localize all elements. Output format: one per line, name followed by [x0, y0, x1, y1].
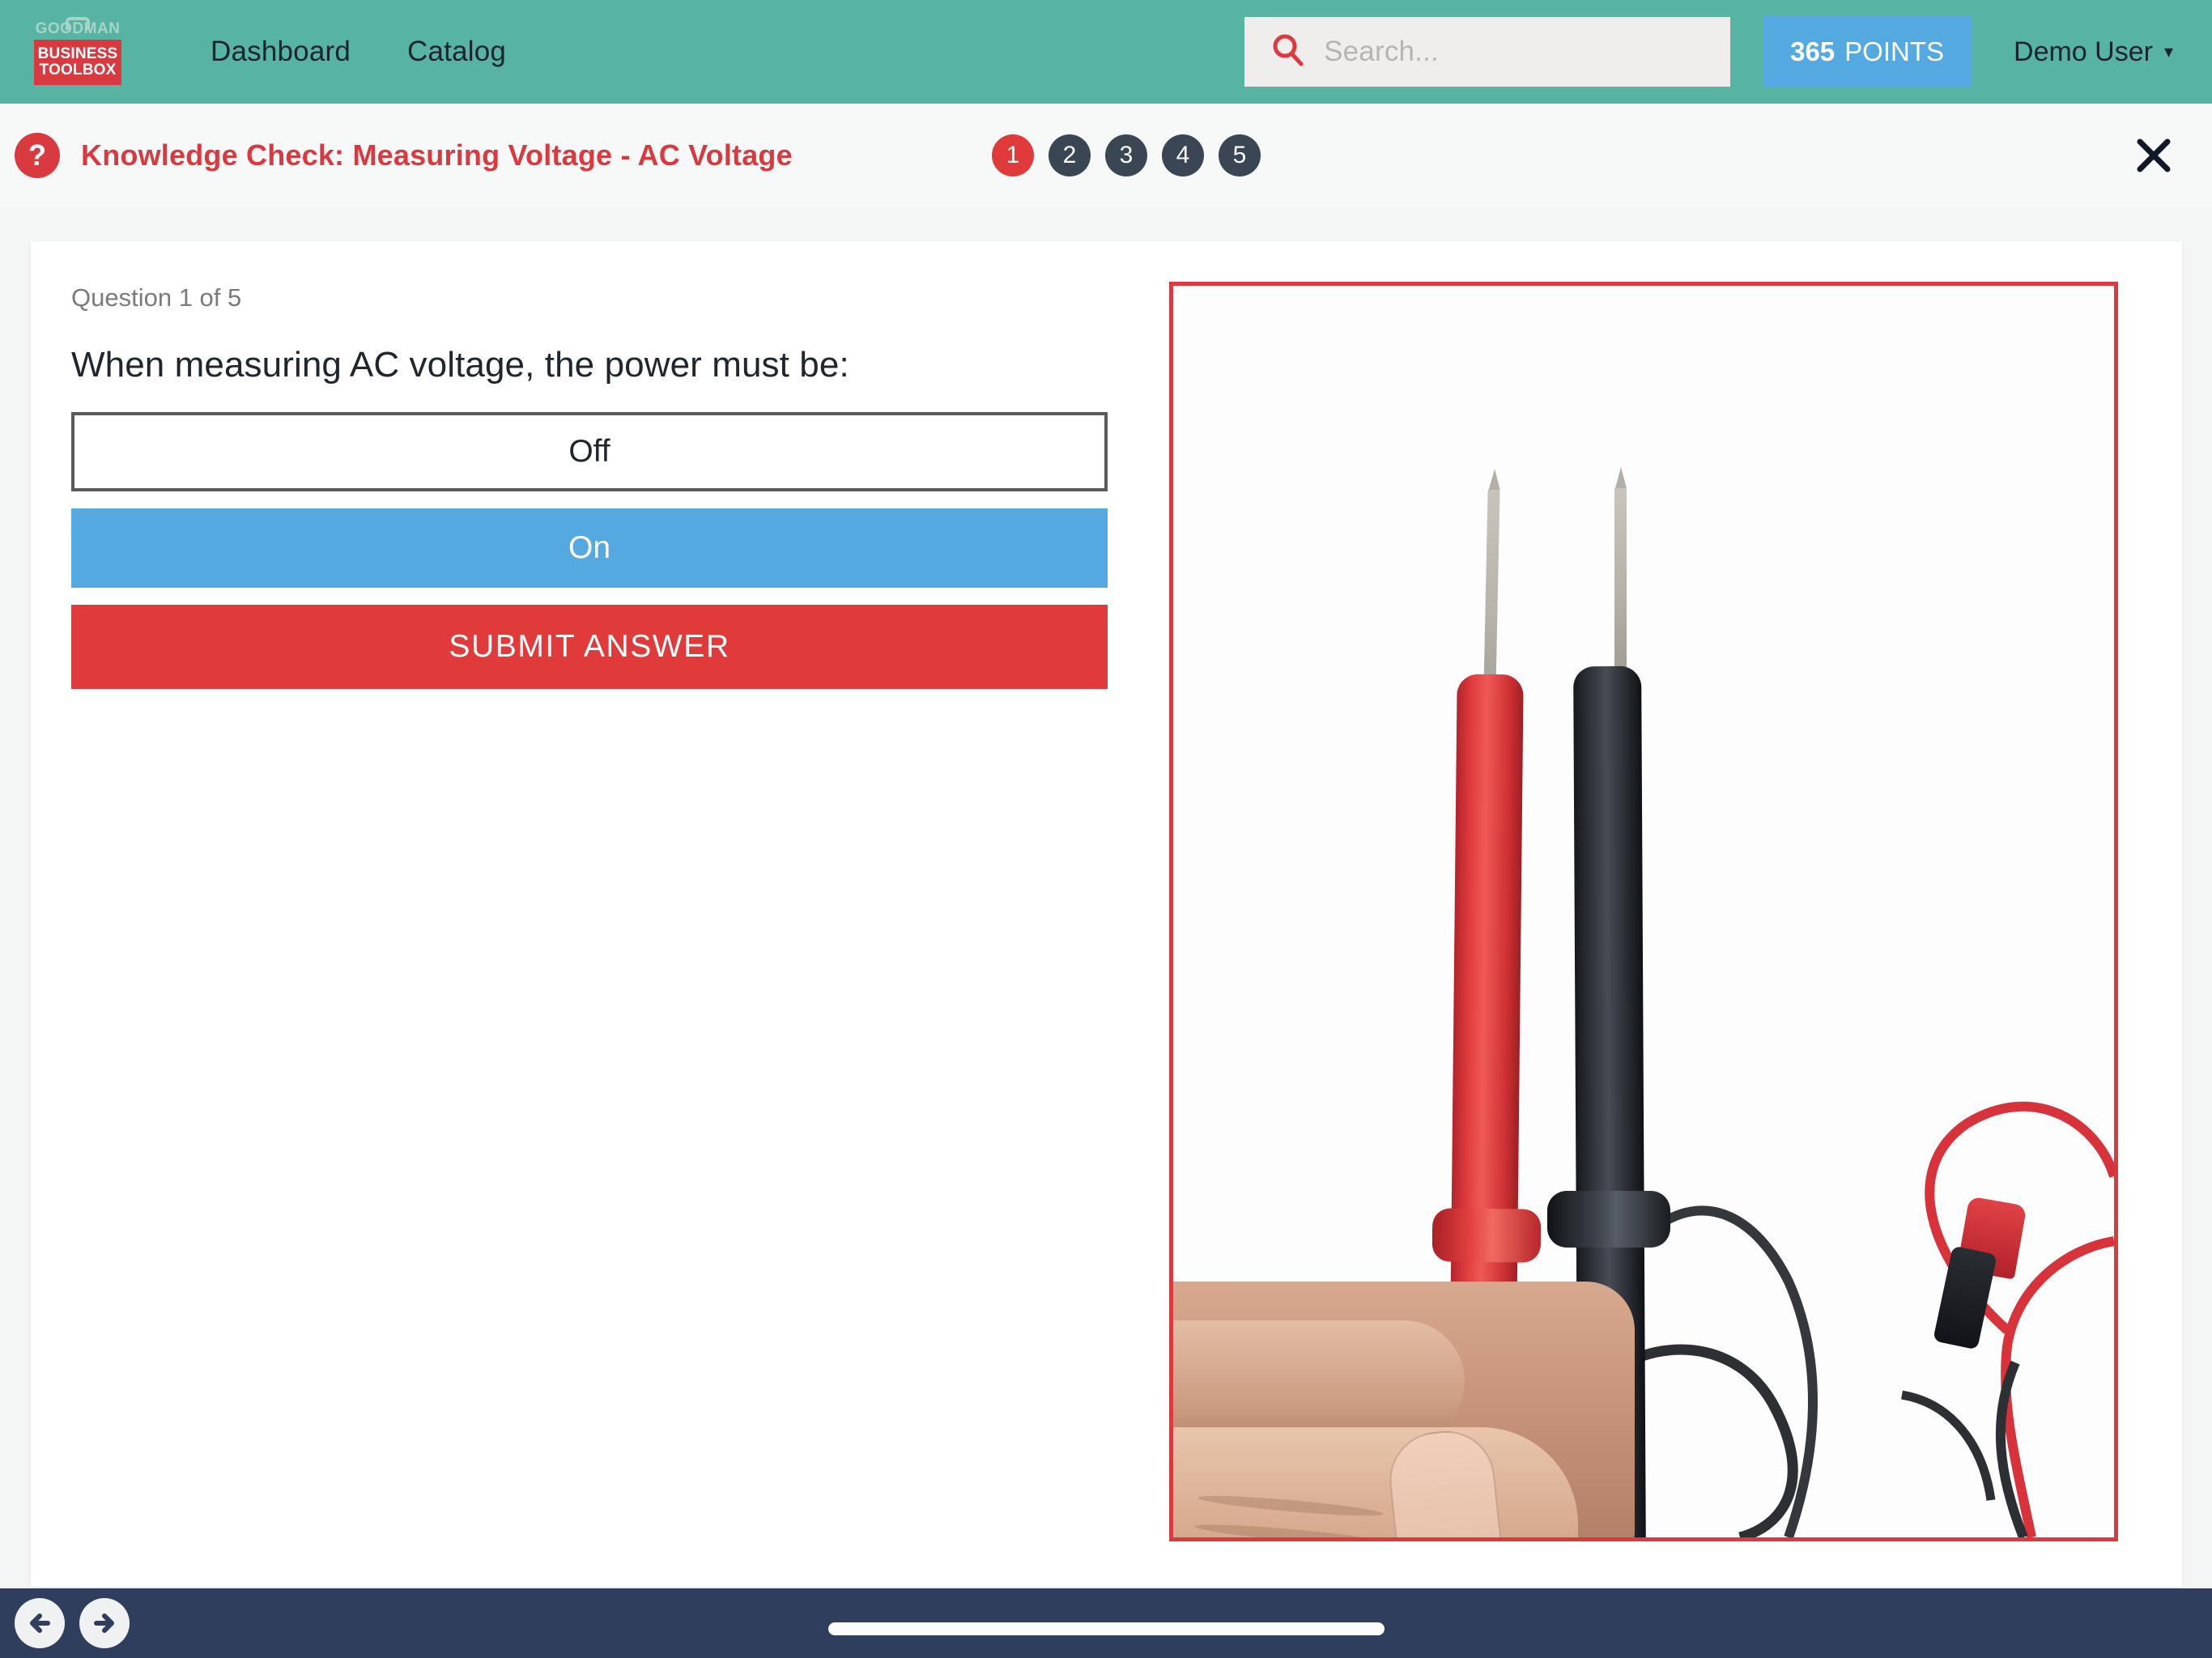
question-pill-5[interactable]: 5	[1219, 134, 1261, 176]
arrow-right-circle-icon[interactable]	[79, 1598, 130, 1648]
multimeter-probes-photo	[1173, 286, 2114, 1537]
question-card: Question 1 of 5 When measuring AC voltag…	[31, 241, 2182, 1587]
points-badge[interactable]: 365 POINTS	[1763, 16, 1972, 87]
answer-option-off[interactable]: Off	[71, 412, 1108, 491]
question-prompt: When measuring AC voltage, the power mus…	[71, 345, 849, 385]
submit-answer-button[interactable]: SUBMIT ANSWER	[71, 605, 1108, 689]
close-icon[interactable]	[2131, 133, 2176, 178]
question-mark-glyph: ?	[28, 138, 46, 172]
arrow-left-circle-icon[interactable]	[15, 1598, 65, 1648]
user-name: Demo User	[2014, 36, 2153, 67]
course-progress-bar[interactable]	[828, 1622, 1385, 1635]
thumb	[1173, 1427, 1578, 1537]
nav-link-catalog[interactable]: Catalog	[407, 36, 506, 68]
brand-logo[interactable]: GOODMAN BUSINESS TOOLBOX	[34, 17, 121, 85]
red-probe-collar	[1431, 1208, 1542, 1263]
question-pill-3[interactable]: 3	[1105, 134, 1147, 176]
search-input[interactable]: Search...	[1324, 36, 1439, 68]
knowledge-check-header: ? Knowledge Check: Measuring Voltage - A…	[0, 104, 2212, 207]
search-box[interactable]: Search...	[1244, 17, 1731, 87]
logo-ghost-text: GOODMAN	[35, 20, 121, 37]
nav-right-cluster: Search... 365 POINTS Demo User ▾	[1244, 0, 2212, 104]
question-pill-4[interactable]: 4	[1162, 134, 1204, 176]
logo-line-2: TOOLBOX	[39, 62, 117, 79]
nav-link-dashboard[interactable]: Dashboard	[211, 36, 351, 68]
logo-red-box: BUSINESS TOOLBOX	[34, 40, 121, 85]
top-navigation-bar: GOODMAN BUSINESS TOOLBOX Dashboard Catal…	[0, 0, 2212, 104]
answer-options: Off On SUBMIT ANSWER	[71, 412, 1108, 689]
black-probe-collar	[1547, 1191, 1670, 1248]
primary-nav-links: Dashboard Catalog	[211, 36, 506, 68]
points-value: 365	[1790, 36, 1836, 66]
logo-line-1: BUSINESS	[37, 45, 118, 63]
question-pill-2[interactable]: 2	[1049, 134, 1091, 176]
question-pager: 1 2 3 4 5	[992, 134, 1261, 176]
question-counter: Question 1 of 5	[71, 283, 242, 312]
question-media-panel	[1169, 282, 2118, 1541]
black-probe-tip	[1614, 467, 1627, 669]
search-icon	[1270, 32, 1306, 72]
question-mark-icon: ?	[15, 133, 60, 178]
index-finger	[1173, 1320, 1465, 1442]
question-pill-1[interactable]: 1	[992, 134, 1034, 176]
page-title: Knowledge Check: Measuring Voltage - AC …	[81, 138, 793, 172]
user-menu[interactable]: Demo User ▾	[2014, 36, 2173, 68]
chevron-down-icon: ▾	[2163, 41, 2173, 62]
answer-option-on[interactable]: On	[71, 508, 1108, 588]
points-label: POINTS	[1844, 36, 1945, 66]
